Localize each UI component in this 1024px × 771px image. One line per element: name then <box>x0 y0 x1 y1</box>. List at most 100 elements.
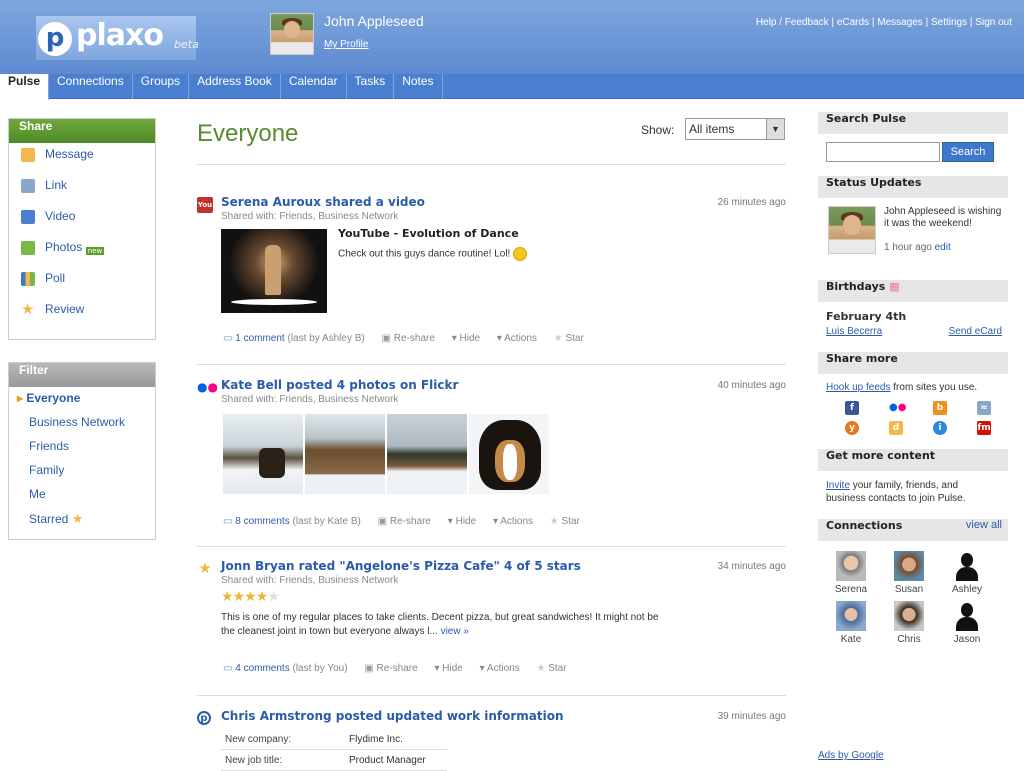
feed-item-title[interactable]: Jonn Bryan rated "Angelone's Pizza Cafe"… <box>221 559 581 573</box>
comments-link[interactable]: 1 comment <box>235 333 284 344</box>
video-thumbnail[interactable] <box>221 229 327 313</box>
connection-item[interactable]: Susan <box>894 551 924 595</box>
share-more-box: Share more Hook up feeds from sites you … <box>818 352 1008 439</box>
tab-notes[interactable]: Notes <box>394 74 443 99</box>
yelp-icon[interactable]: y <box>845 421 859 435</box>
blog-icon[interactable]: b <box>933 401 947 415</box>
comments-link[interactable]: 4 comments <box>235 663 289 674</box>
star-outline-icon: ★ <box>549 516 559 527</box>
hide-link[interactable]: Hide <box>456 516 477 527</box>
hide-link[interactable]: Hide <box>460 333 481 344</box>
photo-thumbnail[interactable] <box>305 414 385 494</box>
beta-label: beta <box>174 38 199 51</box>
get-more-content-title: Get more content <box>818 449 1008 471</box>
actions-link[interactable]: Actions <box>500 516 533 527</box>
filter-business-network[interactable]: Business Network <box>9 415 155 439</box>
flickr-icon: ●● <box>197 380 218 394</box>
filter-friends[interactable]: Friends <box>9 439 155 463</box>
share-video-item[interactable]: Video <box>9 209 155 240</box>
filter-title: Filter <box>9 363 155 387</box>
comments-link[interactable]: 8 comments <box>235 516 289 527</box>
feed-item-title[interactable]: Serena Auroux shared a video <box>221 195 425 209</box>
ecards-link[interactable]: eCards <box>837 17 869 28</box>
reshare-link[interactable]: Re-share <box>377 663 418 674</box>
status-meta: 1 hour ago edit <box>884 242 951 253</box>
tab-address-book[interactable]: Address Book <box>189 74 281 99</box>
star-filled-icon: ★ <box>221 589 234 605</box>
my-profile-link[interactable]: My Profile <box>324 39 368 50</box>
show-label: Show: <box>641 123 675 137</box>
show-select-value: All items <box>689 122 735 136</box>
review-text: This is one of my regular places to take… <box>221 611 661 639</box>
connection-item[interactable]: Jason <box>952 601 982 645</box>
status-avatar[interactable] <box>828 206 876 254</box>
delicious-icon[interactable]: d <box>889 421 903 435</box>
star-filled-icon: ★ <box>232 589 246 605</box>
feed-item-title[interactable]: Kate Bell posted 4 photos on Flickr <box>221 378 458 392</box>
settings-link[interactable]: Settings <box>931 17 967 28</box>
feed-item: ★ Jonn Bryan rated "Angelone's Pizza Caf… <box>197 559 786 689</box>
reshare-link[interactable]: Re-share <box>390 516 431 527</box>
tab-connections[interactable]: Connections <box>49 74 133 99</box>
poll-icon <box>21 271 35 286</box>
reshare-link[interactable]: Re-share <box>394 333 435 344</box>
photo-thumbnail[interactable] <box>387 414 467 494</box>
hide-arrow-icon: ▾ <box>451 333 457 344</box>
lastfm-icon[interactable]: fm <box>977 421 991 435</box>
star-link[interactable]: Star <box>565 333 583 344</box>
plaxo-logo-text[interactable]: plaxo <box>76 18 164 53</box>
hook-up-feeds-link[interactable]: Hook up feeds <box>826 382 891 393</box>
actions-link[interactable]: Actions <box>487 663 520 674</box>
share-photos-item[interactable]: Photos new <box>9 240 155 271</box>
status-edit-link[interactable]: edit <box>935 242 951 253</box>
share-more-text: from sites you use. <box>893 382 978 393</box>
photo-thumbnail[interactable] <box>223 414 303 494</box>
share-video-label: Video <box>45 209 76 223</box>
ads-by-google-link[interactable]: Ads by Google <box>818 750 884 761</box>
comments-by: (last by Ashley B) <box>287 333 365 344</box>
plaxo-logo-icon[interactable]: p <box>38 22 72 56</box>
connection-item[interactable]: Serena <box>835 551 867 595</box>
star-link[interactable]: Star <box>548 663 566 674</box>
search-button[interactable]: Search <box>942 142 994 162</box>
connection-item[interactable]: Ashley <box>951 551 982 595</box>
connection-item[interactable]: Kate <box>836 601 866 645</box>
tab-tasks[interactable]: Tasks <box>347 74 395 99</box>
feed-item-title[interactable]: Chris Armstrong posted updated work info… <box>221 709 564 723</box>
video-description-text: Check out this guys dance routine! Lol! <box>338 248 511 260</box>
user-name: John Appleseed <box>324 13 424 29</box>
hide-link[interactable]: Hide <box>442 663 463 674</box>
connection-item[interactable]: Chris <box>894 601 924 645</box>
show-select[interactable]: All items ▼ <box>685 118 785 140</box>
tab-pulse[interactable]: Pulse <box>0 74 50 100</box>
user-avatar[interactable] <box>270 13 314 55</box>
invite-link[interactable]: Invite <box>826 480 850 491</box>
messages-link[interactable]: Messages <box>877 17 923 28</box>
search-input[interactable] <box>826 142 940 162</box>
star-link[interactable]: Star <box>562 516 580 527</box>
view-more-link[interactable]: view » <box>441 626 469 637</box>
filter-me[interactable]: Me <box>9 487 155 511</box>
info-key: New company: <box>225 734 292 745</box>
facebook-icon[interactable]: f <box>845 401 859 415</box>
share-message-item[interactable]: Message <box>9 147 155 178</box>
birthday-name-link[interactable]: Luis Becerra <box>826 326 882 337</box>
status-updates-box: Status Updates John Appleseed is wishing… <box>818 176 1008 270</box>
share-link-item[interactable]: Link <box>9 178 155 209</box>
filter-starred[interactable]: Starred ★ <box>9 511 155 535</box>
tab-groups[interactable]: Groups <box>133 74 190 99</box>
photo-thumbnail[interactable] <box>469 414 549 494</box>
info-icon[interactable]: i <box>933 421 947 435</box>
send-ecard-link[interactable]: Send eCard <box>949 326 1002 337</box>
share-review-item[interactable]: ★ Review <box>9 302 155 333</box>
sign-out-link[interactable]: Sign out <box>975 17 1012 28</box>
flickr-icon[interactable]: ●● <box>889 401 906 415</box>
share-poll-item[interactable]: Poll <box>9 271 155 302</box>
filter-everyone[interactable]: Everyone <box>9 391 155 415</box>
tab-calendar[interactable]: Calendar <box>281 74 347 99</box>
help-feedback-link[interactable]: Help / Feedback <box>756 17 829 28</box>
feed-icon[interactable]: ≈ <box>977 401 991 415</box>
actions-link[interactable]: Actions <box>504 333 537 344</box>
filter-family[interactable]: Family <box>9 463 155 487</box>
view-all-link[interactable]: view all <box>966 519 1002 531</box>
